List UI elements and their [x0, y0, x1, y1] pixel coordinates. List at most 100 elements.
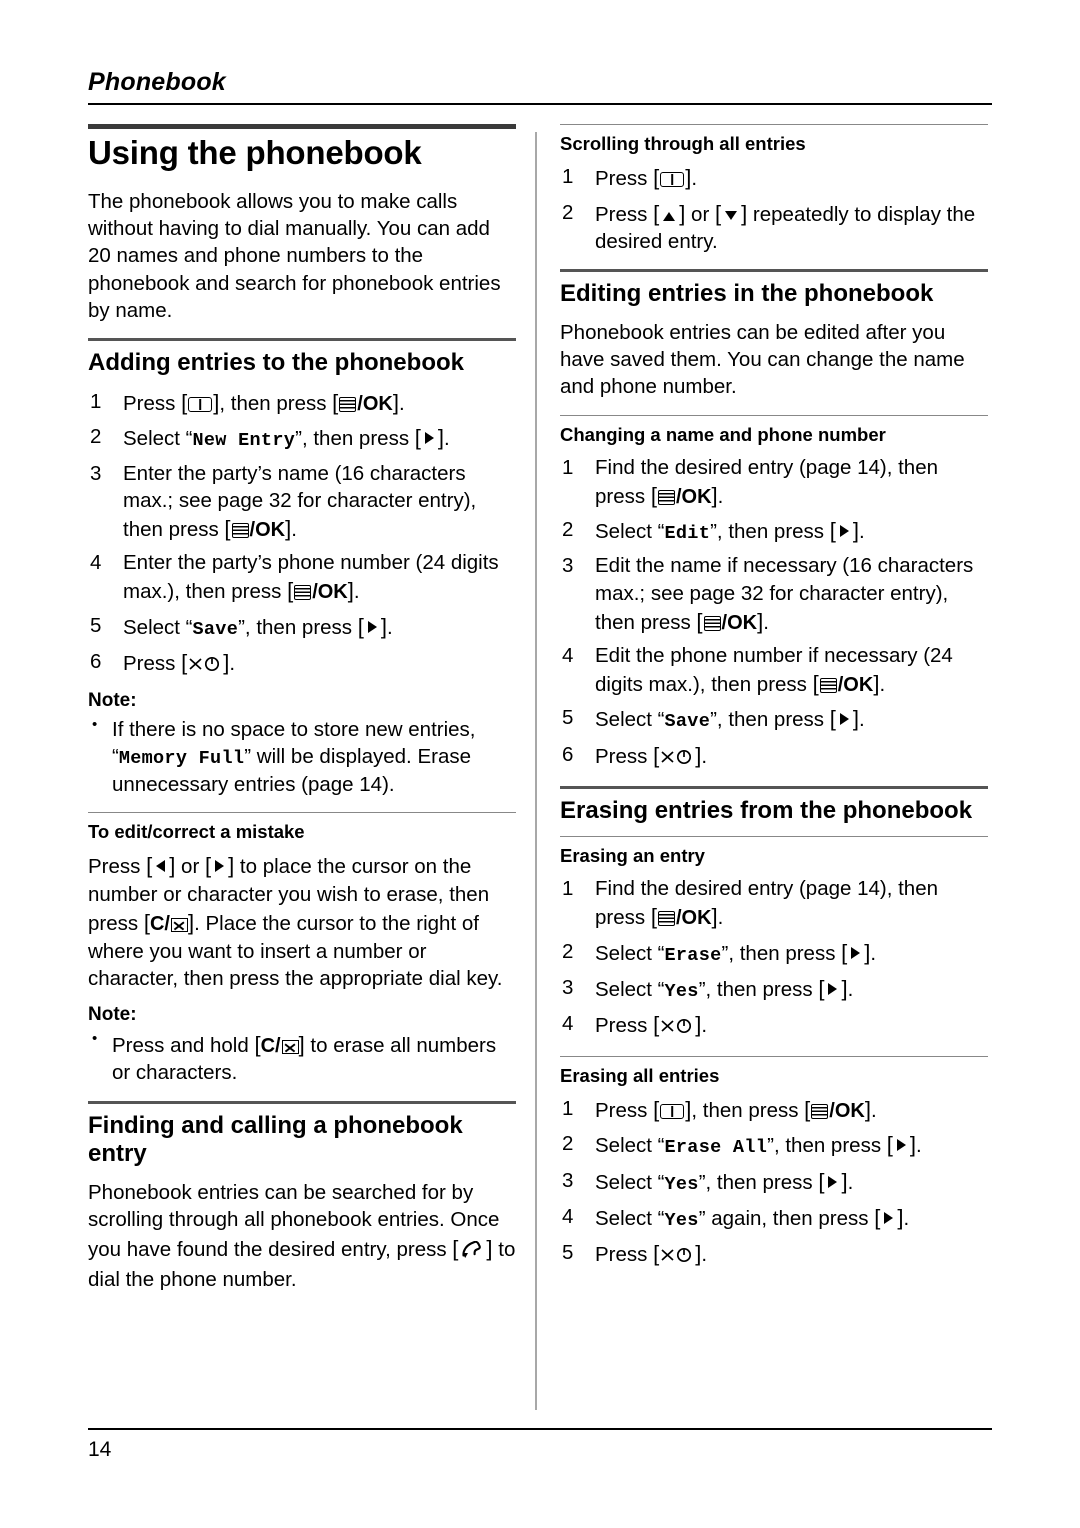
section-title-using-phonebook: Using the phonebook [88, 134, 422, 171]
right-arrow-icon [851, 946, 861, 959]
subsection-rule [560, 786, 988, 790]
menu-icon [657, 489, 675, 505]
right-arrow-icon [839, 713, 849, 726]
steps-erasing-entry: Find the desired entry (page 14), then p… [560, 875, 988, 1042]
subsection-title-edit-correct: To edit/correct a mistake [88, 821, 305, 843]
menu-option-save: Save [664, 711, 711, 733]
step-item: Edit the phone number if necessary (24 d… [562, 642, 953, 696]
step-item: Press []. [560, 1010, 988, 1041]
menu-icon [339, 397, 357, 412]
power-off-icon [660, 746, 694, 772]
edit-correct-body: Press [] or [] to place the cursor on th… [88, 853, 503, 990]
phonebook-icon [660, 172, 685, 188]
steps-changing: Find the desired entry (page 14), then p… [560, 454, 988, 773]
power-off-icon [660, 1015, 694, 1041]
up-arrow-icon [663, 211, 676, 221]
subsection-rule [560, 268, 988, 272]
clear-icon [170, 917, 188, 932]
menu-icon [703, 615, 721, 631]
step-item: Press []. [88, 648, 516, 679]
step-text: Press []. [123, 650, 235, 675]
subsubsection-rule [88, 812, 516, 814]
subsection-rule [88, 1100, 516, 1104]
note-list-adding: If there is no space to store new entrie… [88, 715, 516, 799]
step-item: Select “New Entry”, then press []. [88, 423, 516, 453]
power-off-icon [660, 1244, 694, 1270]
menu-option-yes: Yes [664, 1210, 699, 1232]
step-item: Enter the party’s name (16 characters ma… [88, 460, 516, 543]
step-item: Press [] or [] repeatedly to display the… [562, 199, 976, 253]
step-item: Select “Edit”, then press []. [562, 516, 865, 545]
steps-scrolling: Press []. Press [] or [] repeatedly to d… [560, 163, 988, 255]
step-item: Press [], then press [/OK]. [88, 388, 516, 417]
right-arrow-icon [424, 432, 434, 445]
header-divider [88, 103, 992, 105]
step-item: Press []. [562, 163, 698, 191]
step-text: Press [], then press [/OK]. [123, 390, 405, 415]
step-item: Select “Yes” again, then press []. [562, 1203, 910, 1232]
document-page: Phonebook Using the phonebook The phoneb… [0, 0, 1080, 1528]
column-divider [535, 132, 537, 1410]
page-header: Phonebook [88, 68, 992, 105]
step-item: Select “Save”, then press []. [88, 612, 516, 642]
note-item: Press and hold [C/] to erase all numbers… [88, 1029, 516, 1086]
intro-paragraph: The phonebook allows you to make calls w… [88, 189, 501, 322]
subsubsection-rule [560, 414, 988, 416]
step-item: Enter the party’s phone number (24 digit… [88, 549, 516, 605]
finding-body: Phonebook entries can be searched for by… [88, 1181, 516, 1292]
right-arrow-icon [896, 1139, 906, 1152]
menu-option-yes: Yes [664, 980, 699, 1002]
step-item: Select “Save”, then press []. [562, 704, 865, 733]
subsection-title-changing: Changing a name and phone number [560, 423, 886, 445]
subsubsection-rule [560, 124, 988, 125]
subsection-title-scrolling: Scrolling through all entries [560, 133, 806, 154]
note-list-edit-correct: Press and hold [C/] to erase all numbers… [88, 1029, 516, 1086]
phonebook-icon [660, 1103, 685, 1119]
steps-erasing-all: Press [], then press [/OK]. Select “Eras… [560, 1095, 988, 1271]
subsection-title-editing: Editing entries in the phonebook [560, 279, 934, 307]
step-item: Find the desired entry (page 14), then p… [562, 454, 939, 508]
step-text: Enter the party’s name (16 characters ma… [123, 461, 477, 541]
power-off-icon [188, 653, 222, 679]
menu-option-yes: Yes [664, 1173, 699, 1195]
subsection-title-erasing-all: Erasing all entries [560, 1064, 720, 1086]
down-arrow-icon [725, 210, 738, 220]
right-arrow-icon [839, 525, 849, 538]
subsection-title-erasing-entry: Erasing an entry [560, 844, 705, 866]
right-arrow-icon [215, 860, 225, 873]
step-text: Enter the party’s phone number (24 digit… [123, 551, 499, 604]
step-text: Select “Save”, then press []. [123, 613, 393, 640]
section-rule [88, 124, 516, 129]
menu-icon [231, 522, 249, 538]
right-arrow-icon [828, 982, 838, 995]
right-column: Scrolling through all entries Press []. … [560, 124, 988, 1281]
step-item: Edit the name if necessary (16 character… [562, 552, 974, 634]
step-item: Select “Erase”, then press []. [562, 938, 877, 966]
display-memory-full: Memory Full [118, 747, 245, 769]
menu-option-erase: Erase [664, 944, 722, 966]
phonebook-icon [188, 397, 213, 412]
menu-icon [294, 585, 312, 601]
subsubsection-rule [560, 1055, 988, 1057]
step-item: Press [], then press [/OK]. [562, 1095, 877, 1122]
step-text: Select “New Entry”, then press []. [123, 425, 450, 452]
left-column: Using the phonebook The phonebook allows… [88, 124, 516, 1305]
menu-icon [657, 911, 675, 927]
steps-adding: Press [], then press [/OK]. Select “New … [88, 388, 516, 680]
note-label: Note: [88, 689, 137, 711]
step-item: Select “Erase All”, then press []. [562, 1130, 922, 1159]
menu-option-edit: Edit [664, 523, 711, 545]
step-item: Select “Yes”, then press []. [562, 974, 854, 1002]
step-item: Find the desired entry (page 14), then p… [562, 875, 939, 930]
editing-body: Phonebook entries can be edited after yo… [560, 320, 965, 399]
step-item: Press []. [560, 741, 988, 772]
subsection-title-finding: Finding and calling a phonebook entry [88, 1111, 463, 1168]
note-label: Note: [88, 1004, 137, 1026]
subsection-title-erasing: Erasing entries from the phonebook [560, 797, 973, 825]
right-arrow-icon [884, 1212, 894, 1225]
clear-icon [281, 1040, 299, 1055]
menu-option-erase-all: Erase All [664, 1137, 768, 1159]
note-item: If there is no space to store new entrie… [88, 715, 516, 799]
talk-icon [460, 1240, 484, 1267]
menu-icon [819, 678, 837, 693]
